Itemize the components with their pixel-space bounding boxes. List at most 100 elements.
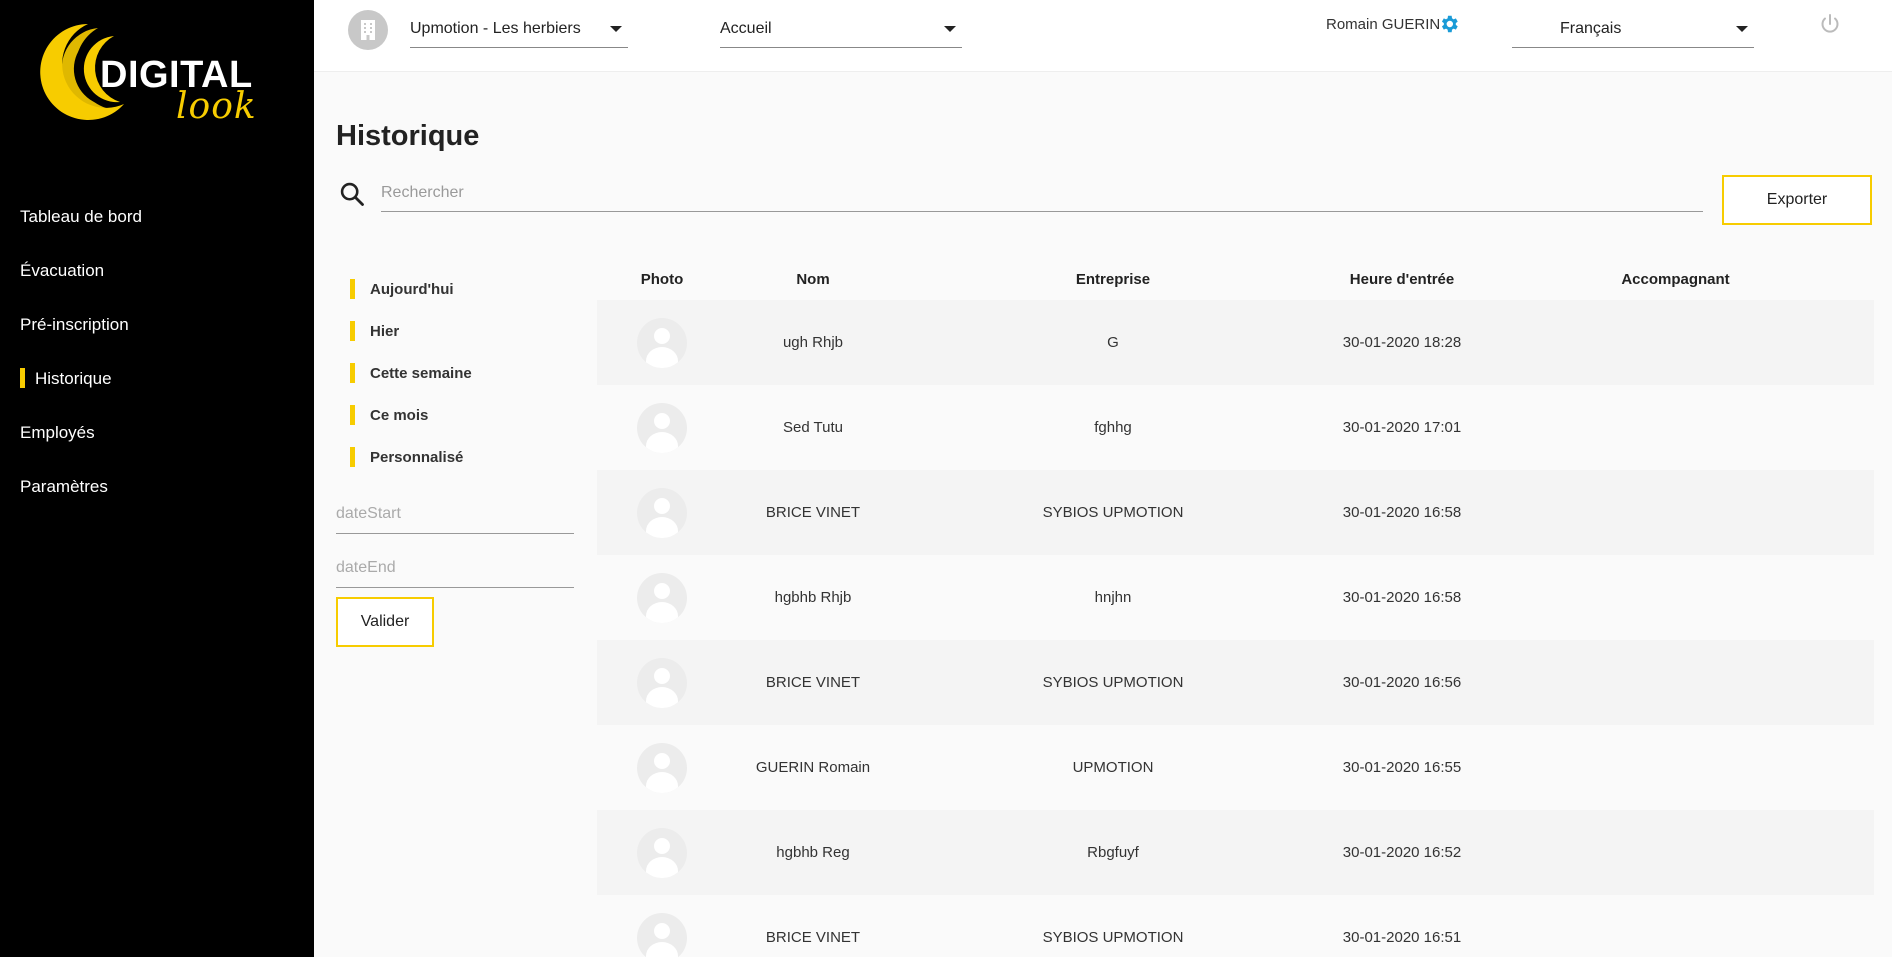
cell-entreprise: hnjhn xyxy=(1094,589,1132,606)
cell-heure: 30-01-2020 16:58 xyxy=(1342,504,1462,521)
cell-heure: 30-01-2020 16:51 xyxy=(1342,929,1462,946)
filter-label: Personnalisé xyxy=(370,448,464,466)
cell-entreprise: G xyxy=(1107,334,1119,351)
filter-indicator xyxy=(350,405,355,425)
cell-heure: 30-01-2020 18:28 xyxy=(1342,334,1462,351)
chevron-down-icon xyxy=(610,26,622,32)
sidebar-item-parametres[interactable]: Paramètres xyxy=(0,460,314,514)
sidebar-nav: Tableau de bord Évacuation Pré-inscripti… xyxy=(0,190,314,514)
export-button[interactable]: Exporter xyxy=(1722,175,1872,225)
cell-photo xyxy=(597,317,727,368)
avatar-placeholder-icon xyxy=(637,912,687,957)
column-header-heure: Heure d'entrée xyxy=(1349,270,1455,288)
table-row[interactable]: GUERIN Romain UPMOTION 30-01-2020 16:55 xyxy=(597,725,1874,810)
table-row[interactable]: BRICE VINET SYBIOS UPMOTION 30-01-2020 1… xyxy=(597,640,1874,725)
filter-indicator xyxy=(350,447,355,467)
site-select[interactable]: Upmotion - Les herbiers xyxy=(410,10,628,48)
filter-custom[interactable]: Personnalisé xyxy=(350,436,472,478)
avatar-placeholder-icon xyxy=(637,827,687,878)
sidebar-item-evacuation[interactable]: Évacuation xyxy=(0,244,314,298)
cell-entreprise: fghhg xyxy=(1094,419,1132,436)
filter-yesterday[interactable]: Hier xyxy=(350,310,472,352)
cell-heure: 30-01-2020 16:52 xyxy=(1342,844,1462,861)
gear-icon[interactable] xyxy=(1438,13,1460,35)
avatar-placeholder-icon xyxy=(637,487,687,538)
language-select[interactable]: Français xyxy=(1512,10,1754,48)
sidebar-item-historique[interactable]: Historique xyxy=(0,352,314,406)
avatar-placeholder-icon xyxy=(637,657,687,708)
cell-heure: 30-01-2020 16:56 xyxy=(1342,674,1462,691)
cell-photo xyxy=(597,487,727,538)
filter-indicator xyxy=(350,321,355,341)
site-avatar xyxy=(348,10,388,50)
filter-today[interactable]: Aujourd'hui xyxy=(350,268,472,310)
page-select[interactable]: Accueil xyxy=(720,10,962,48)
cell-nom: ugh Rhjb xyxy=(782,334,844,351)
cell-entreprise: UPMOTION xyxy=(1072,759,1154,776)
table-row[interactable]: ugh Rhjb G 30-01-2020 18:28 xyxy=(597,300,1874,385)
cell-nom: BRICE VINET xyxy=(765,674,861,691)
sidebar-item-label: Évacuation xyxy=(20,261,105,280)
column-header-nom: Nom xyxy=(796,270,830,288)
validate-button[interactable]: Valider xyxy=(336,597,434,647)
search-input[interactable] xyxy=(381,174,1703,212)
chevron-down-icon xyxy=(1736,26,1748,32)
language-select-value: Français xyxy=(1560,19,1622,37)
filter-this-week[interactable]: Cette semaine xyxy=(350,352,472,394)
page-select-value: Accueil xyxy=(720,19,772,37)
cell-photo xyxy=(597,912,727,957)
cell-entreprise: SYBIOS UPMOTION xyxy=(1042,929,1184,946)
column-header-entreprise: Entreprise xyxy=(1075,270,1151,288)
avatar-placeholder-icon xyxy=(637,402,687,453)
table-row[interactable]: hgbhb Reg Rbgfuyf 30-01-2020 16:52 xyxy=(597,810,1874,895)
date-start-input[interactable] xyxy=(336,494,574,534)
date-end-input[interactable] xyxy=(336,548,574,588)
table-row[interactable]: BRICE VINET SYBIOS UPMOTION 30-01-2020 1… xyxy=(597,470,1874,555)
filter-this-month[interactable]: Ce mois xyxy=(350,394,472,436)
brand-logo[interactable]: DIGITAL look xyxy=(28,16,288,136)
cell-heure: 30-01-2020 17:01 xyxy=(1342,419,1462,436)
cell-entreprise: SYBIOS UPMOTION xyxy=(1042,504,1184,521)
filter-label: Cette semaine xyxy=(370,364,472,382)
sidebar-item-pre-inscription[interactable]: Pré-inscription xyxy=(0,298,314,352)
sidebar-item-label: Employés xyxy=(20,423,95,442)
cell-photo xyxy=(597,827,727,878)
table-row[interactable]: Sed Tutu fghhg 30-01-2020 17:01 xyxy=(597,385,1874,470)
sidebar-item-employes[interactable]: Employés xyxy=(0,406,314,460)
cell-entreprise: SYBIOS UPMOTION xyxy=(1042,674,1184,691)
sidebar-item-label: Paramètres xyxy=(20,477,108,496)
table-body: ugh Rhjb G 30-01-2020 18:28 Sed Tutu fgh… xyxy=(597,300,1874,957)
sidebar-item-tableau-de-bord[interactable]: Tableau de bord xyxy=(0,190,314,244)
active-indicator xyxy=(20,368,25,388)
filter-indicator xyxy=(350,363,355,383)
cell-nom: GUERIN Romain xyxy=(755,759,871,776)
building-icon xyxy=(361,20,375,40)
cell-nom: Sed Tutu xyxy=(782,419,844,436)
cell-nom: hgbhb Rhjb xyxy=(774,589,852,606)
avatar-placeholder-icon xyxy=(637,572,687,623)
table-header: Photo Nom Entreprise Heure d'entrée Acco… xyxy=(597,258,1874,300)
table-row[interactable]: hgbhb Rhjb hnjhn 30-01-2020 16:58 xyxy=(597,555,1874,640)
cell-nom: BRICE VINET xyxy=(765,929,861,946)
avatar-placeholder-icon xyxy=(637,742,687,793)
table-row[interactable]: BRICE VINET SYBIOS UPMOTION 30-01-2020 1… xyxy=(597,895,1874,957)
cell-nom: BRICE VINET xyxy=(765,504,861,521)
filter-indicator xyxy=(350,279,355,299)
avatar-placeholder-icon xyxy=(637,317,687,368)
history-table: Photo Nom Entreprise Heure d'entrée Acco… xyxy=(597,258,1874,957)
app: DIGITAL look Tableau de bord Évacuation … xyxy=(0,0,1892,957)
filter-label: Ce mois xyxy=(370,406,429,424)
site-select-value: Upmotion - Les herbiers xyxy=(410,19,581,37)
top-bar: Upmotion - Les herbiers Accueil Romain G… xyxy=(314,0,1892,72)
cell-nom: hgbhb Reg xyxy=(776,844,850,861)
user-name: Romain GUERIN xyxy=(1326,16,1441,33)
column-header-accompagnant: Accompagnant xyxy=(1621,270,1730,288)
chevron-down-icon xyxy=(944,26,956,32)
cell-photo xyxy=(597,572,727,623)
logo-sub-text: look xyxy=(176,86,257,127)
sidebar-item-label: Historique xyxy=(35,369,112,388)
date-filters: Aujourd'hui Hier Cette semaine Ce mois P… xyxy=(350,268,472,478)
power-icon[interactable] xyxy=(1818,12,1842,36)
filter-label: Hier xyxy=(370,322,400,340)
main-content: Historique Exporter Aujourd'hui Hier Cet… xyxy=(314,72,1892,957)
